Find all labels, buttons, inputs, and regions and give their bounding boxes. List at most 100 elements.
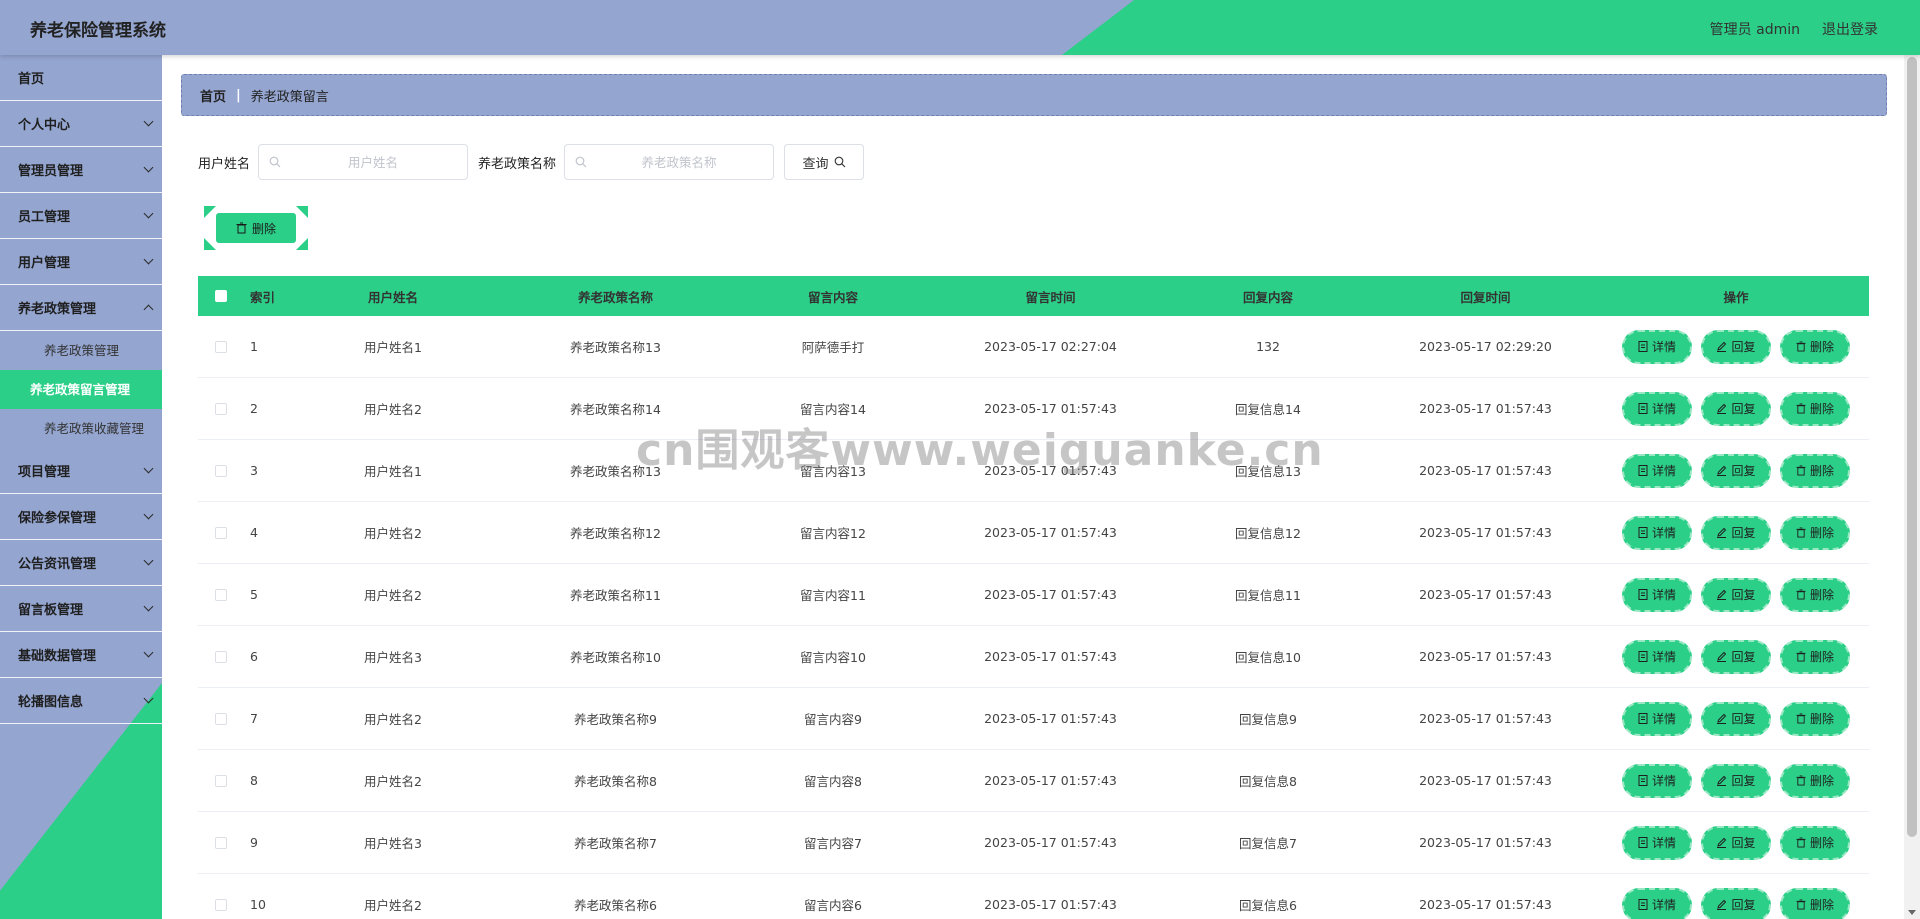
detail-button[interactable]: 详情 — [1622, 825, 1692, 860]
row-checkbox[interactable] — [214, 836, 227, 849]
sidebar-item[interactable]: 轮播图信息 — [0, 678, 162, 724]
sidebar-item[interactable]: 管理员管理 — [0, 147, 162, 193]
document-icon — [1638, 713, 1648, 724]
delete-button[interactable]: 删除 — [1780, 329, 1850, 364]
detail-button-label: 详情 — [1651, 712, 1676, 726]
delete-button[interactable]: 删除 — [1780, 453, 1850, 488]
delete-button[interactable]: 删除 — [1780, 391, 1850, 426]
delete-button[interactable]: 删除 — [1780, 577, 1850, 612]
reply-button[interactable]: 回复 — [1701, 577, 1771, 612]
sidebar-item[interactable]: 保险参保管理 — [0, 494, 162, 540]
sidebar-subitem[interactable]: 养老政策收藏管理 — [0, 409, 162, 448]
query-button[interactable]: 查询 — [784, 144, 865, 180]
row-checkbox[interactable] — [214, 464, 227, 477]
delete-button[interactable]: 删除 — [1780, 701, 1850, 736]
edit-icon — [1717, 775, 1727, 786]
sidebar-item[interactable]: 留言板管理 — [0, 586, 162, 632]
detail-button[interactable]: 详情 — [1622, 515, 1692, 550]
cell-policy: 养老政策名称13 — [570, 340, 661, 355]
sidebar-subitem[interactable]: 养老政策留言管理 — [0, 370, 162, 409]
trash-icon — [1796, 403, 1806, 414]
cell-actions: 详情 回复 删除 — [1603, 639, 1869, 674]
bulk-delete-wrapper: 删除 — [204, 206, 308, 250]
row-checkbox[interactable] — [214, 340, 227, 353]
reply-button[interactable]: 回复 — [1701, 329, 1771, 364]
cell-message: 留言内容10 — [800, 650, 866, 665]
sidebar-item[interactable]: 基础数据管理 — [0, 632, 162, 678]
row-checkbox[interactable] — [214, 898, 227, 911]
row-checkbox[interactable] — [214, 712, 227, 725]
delete-button[interactable]: 删除 — [1780, 825, 1850, 860]
delete-button[interactable]: 删除 — [1780, 639, 1850, 674]
detail-button[interactable]: 详情 — [1622, 887, 1692, 919]
scrollbar-thumb[interactable] — [1907, 57, 1917, 837]
sidebar-item-label: 管理员管理 — [18, 164, 84, 179]
table-row: 2 用户姓名2 养老政策名称14 留言内容14 2023-05-17 01:57:43 回… — [198, 378, 1869, 440]
cell-index: 8 — [250, 773, 258, 788]
sidebar-item[interactable]: 养老政策管理 — [0, 285, 162, 331]
detail-button[interactable]: 详情 — [1622, 701, 1692, 736]
detail-button[interactable]: 详情 — [1622, 329, 1692, 364]
sidebar-subitem[interactable]: 养老政策管理 — [0, 331, 162, 370]
sidebar-item-label: 留言板管理 — [18, 603, 84, 618]
row-checkbox[interactable] — [214, 526, 227, 539]
document-icon — [1638, 403, 1648, 414]
row-checkbox[interactable] — [214, 774, 227, 787]
reply-button[interactable]: 回复 — [1701, 887, 1771, 919]
sidebar-item[interactable]: 员工管理 — [0, 193, 162, 239]
reply-button[interactable]: 回复 — [1701, 763, 1771, 798]
reply-button[interactable]: 回复 — [1701, 391, 1771, 426]
breadcrumb-home[interactable]: 首页 — [200, 86, 226, 105]
delete-button[interactable]: 删除 — [1780, 763, 1850, 798]
top-header: 养老保险管理系统 管理员 admin 退出登录 — [0, 0, 1920, 55]
column-header-actions: 操作 — [1723, 289, 1749, 305]
edit-icon — [1717, 589, 1727, 600]
cell-index: 3 — [250, 463, 258, 478]
delete-button-label: 删除 — [1809, 340, 1834, 354]
cell-reply-time: 2023-05-17 01:57:43 — [1419, 897, 1552, 912]
detail-button[interactable]: 详情 — [1622, 577, 1692, 612]
cell-actions: 详情 回复 删除 — [1603, 453, 1869, 488]
reply-button-label: 回复 — [1731, 774, 1756, 788]
cell-reply: 132 — [1256, 339, 1280, 354]
detail-button[interactable]: 详情 — [1622, 453, 1692, 488]
username-search-input[interactable] — [259, 145, 468, 179]
row-checkbox[interactable] — [214, 402, 227, 415]
detail-button[interactable]: 详情 — [1622, 391, 1692, 426]
reply-button[interactable]: 回复 — [1701, 453, 1771, 488]
reply-button[interactable]: 回复 — [1701, 639, 1771, 674]
select-all-checkbox[interactable] — [214, 290, 227, 302]
detail-button[interactable]: 详情 — [1622, 763, 1692, 798]
trash-icon — [1796, 837, 1806, 848]
reply-button[interactable]: 回复 — [1701, 515, 1771, 550]
delete-button-label: 删除 — [1809, 712, 1834, 726]
delete-button-label: 删除 — [1809, 526, 1834, 540]
row-checkbox[interactable] — [214, 588, 227, 601]
sidebar-item[interactable]: 用户管理 — [0, 239, 162, 285]
cell-message-time: 2023-05-17 01:57:43 — [984, 401, 1117, 416]
logout-link[interactable]: 退出登录 — [1822, 19, 1878, 39]
sidebar-item[interactable]: 公告资讯管理 — [0, 540, 162, 586]
column-header-reply-time: 回复时间 — [1460, 289, 1511, 305]
reply-button[interactable]: 回复 — [1701, 701, 1771, 736]
chevron-down-icon — [143, 463, 154, 474]
row-select-cell — [198, 588, 243, 601]
sidebar: 首页 个人中心 管理员管理 员工管理 用户管理 养老政策管理 养老政策管理 养老政策留言管理养… — [0, 55, 162, 919]
cell-index: 5 — [250, 587, 258, 602]
delete-button[interactable]: 删除 — [1780, 887, 1850, 919]
corner-decoration — [296, 238, 308, 250]
scroll-down-arrow[interactable] — [1908, 910, 1916, 915]
sidebar-item[interactable]: 个人中心 — [0, 101, 162, 147]
document-icon — [1638, 837, 1648, 848]
detail-button[interactable]: 详情 — [1622, 639, 1692, 674]
delete-button[interactable]: 删除 — [1780, 515, 1850, 550]
policy-name-search-input[interactable] — [565, 145, 774, 179]
row-checkbox[interactable] — [214, 650, 227, 663]
reply-button-label: 回复 — [1731, 898, 1756, 912]
reply-button[interactable]: 回复 — [1701, 825, 1771, 860]
detail-button-label: 详情 — [1651, 836, 1676, 850]
page-scrollbar[interactable] — [1904, 55, 1920, 919]
sidebar-item[interactable]: 项目管理 — [0, 448, 162, 494]
sidebar-item[interactable]: 首页 — [0, 55, 162, 101]
bulk-delete-button[interactable]: 删除 — [216, 213, 296, 243]
